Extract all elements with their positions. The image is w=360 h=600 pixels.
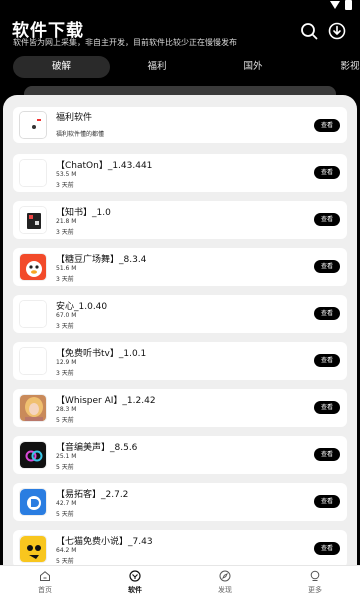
view-button[interactable]: 查看 [314, 401, 340, 414]
view-button[interactable]: 查看 [314, 542, 340, 555]
download-icon[interactable] [328, 22, 346, 40]
app-card[interactable]: 【糖豆广场舞】_8.3.4 51.6 M 3 天前 查看 [13, 248, 347, 286]
app-name: 【糖豆广场舞】_8.3.4 [56, 255, 147, 265]
nav-label: 发现 [218, 586, 232, 594]
app-date: 3 天前 [56, 229, 74, 236]
zhishu-app-icon [19, 206, 47, 234]
app-date: 5 天前 [56, 464, 74, 471]
app-size: 21.8 M [56, 218, 77, 225]
app-size: 25.1 M [56, 453, 77, 460]
app-name: 安心_1.0.40 [56, 302, 108, 312]
featured-desc: 福利软件懂的都懂 [56, 131, 105, 138]
compass-icon [219, 570, 231, 582]
app-size: 64.2 M [56, 547, 77, 554]
app-card[interactable]: 【ChatOn】_1.43.441 53.5 M 3 天前 查看 [13, 154, 347, 192]
chaton-app-icon [19, 159, 47, 187]
view-button[interactable]: 查看 [314, 495, 340, 508]
app-name: 【Whisper AI】_1.2.42 [56, 396, 156, 406]
app-date: 3 天前 [56, 323, 74, 330]
app-size: 67.0 M [56, 312, 77, 319]
app-size: 12.9 M [56, 359, 77, 366]
battery-icon [345, 0, 352, 10]
nav-home[interactable]: 首页 [25, 570, 65, 595]
category-tabs: 破解 福利 国外 影视 [0, 56, 360, 78]
free-audiobook-app-icon [19, 347, 47, 375]
status-bar [0, 0, 360, 12]
app-list-panel[interactable]: 福利软件 福利软件懂的都懂 查看 【ChatOn】_1.43.441 53.5 … [3, 95, 357, 570]
bottom-nav: 首页 软件 发现 更多 [0, 565, 360, 600]
search-icon[interactable] [300, 22, 318, 40]
tangdou-app-icon [19, 253, 47, 281]
app-name: 【易拓客】_2.7.2 [56, 490, 129, 500]
nav-label: 首页 [38, 586, 52, 594]
nav-software[interactable]: 软件 [115, 570, 155, 595]
featured-card[interactable]: 福利软件 福利软件懂的都懂 查看 [13, 107, 347, 143]
app-date: 3 天前 [56, 276, 74, 283]
view-button[interactable]: 查看 [314, 354, 340, 367]
nav-label: 更多 [308, 586, 322, 594]
app-name: 【免费听书tv】_1.0.1 [56, 349, 147, 359]
app-card[interactable]: 【音编美声】_8.5.6 25.1 M 5 天前 查看 [13, 436, 347, 474]
whisper-ai-app-icon [19, 394, 47, 422]
featured-name: 福利软件 [56, 113, 93, 123]
app-date: 3 天前 [56, 370, 74, 377]
yituoke-app-icon [19, 488, 47, 516]
app-name: 【知书】_1.0 [56, 208, 111, 218]
tab-welfare[interactable]: 福利 [132, 56, 182, 78]
view-button[interactable]: 查看 [314, 166, 340, 179]
nav-label: 软件 [128, 586, 142, 594]
app-card[interactable]: 【七猫免费小说】_7.43 64.2 M 5 天前 查看 [13, 530, 347, 568]
view-button[interactable]: 查看 [314, 213, 340, 226]
app-card[interactable]: 安心_1.0.40 67.0 M 3 天前 查看 [13, 295, 347, 333]
tab-foreign[interactable]: 国外 [228, 56, 278, 78]
welfare-app-icon [19, 111, 47, 139]
app-size: 28.3 M [56, 406, 77, 413]
app-date: 3 天前 [56, 182, 74, 189]
nav-discover[interactable]: 发现 [205, 570, 245, 595]
app-name: 【七猫免费小说】_7.43 [56, 537, 153, 547]
app-card[interactable]: 【免费听书tv】_1.0.1 12.9 M 3 天前 查看 [13, 342, 347, 380]
app-name: 【ChatOn】_1.43.441 [56, 161, 153, 171]
qimao-app-icon [19, 535, 47, 563]
app-date: 5 天前 [56, 558, 74, 565]
app-card[interactable]: 【易拓客】_2.7.2 42.7 M 5 天前 查看 [13, 483, 347, 521]
yinbian-app-icon [19, 441, 47, 469]
anxin-app-icon [19, 300, 47, 328]
app-name: 【音编美声】_8.5.6 [56, 443, 138, 453]
tab-crack[interactable]: 破解 [13, 56, 110, 78]
more-icon [310, 570, 320, 581]
app-size: 42.7 M [56, 500, 77, 507]
page-subtitle: 软件皆为网上采集，非自主开发，目前软件比较少正在慢慢发布 [13, 38, 237, 47]
software-icon [129, 570, 141, 582]
nav-more[interactable]: 更多 [295, 570, 335, 595]
app-date: 5 天前 [56, 511, 74, 518]
page-header: 软件下载 软件皆为网上采集，非自主开发，目前软件比较少正在慢慢发布 [12, 14, 348, 54]
view-button[interactable]: 查看 [314, 260, 340, 273]
view-button[interactable]: 查看 [314, 119, 340, 132]
app-size: 51.6 M [56, 265, 77, 272]
app-date: 5 天前 [56, 417, 74, 424]
tab-video[interactable]: 影视 [330, 56, 360, 78]
wifi-icon [330, 1, 340, 9]
view-button[interactable]: 查看 [314, 448, 340, 461]
app-card[interactable]: 【知书】_1.0 21.8 M 3 天前 查看 [13, 201, 347, 239]
home-icon [40, 571, 50, 581]
app-card[interactable]: 【Whisper AI】_1.2.42 28.3 M 5 天前 查看 [13, 389, 347, 427]
view-button[interactable]: 查看 [314, 307, 340, 320]
app-size: 53.5 M [56, 171, 77, 178]
